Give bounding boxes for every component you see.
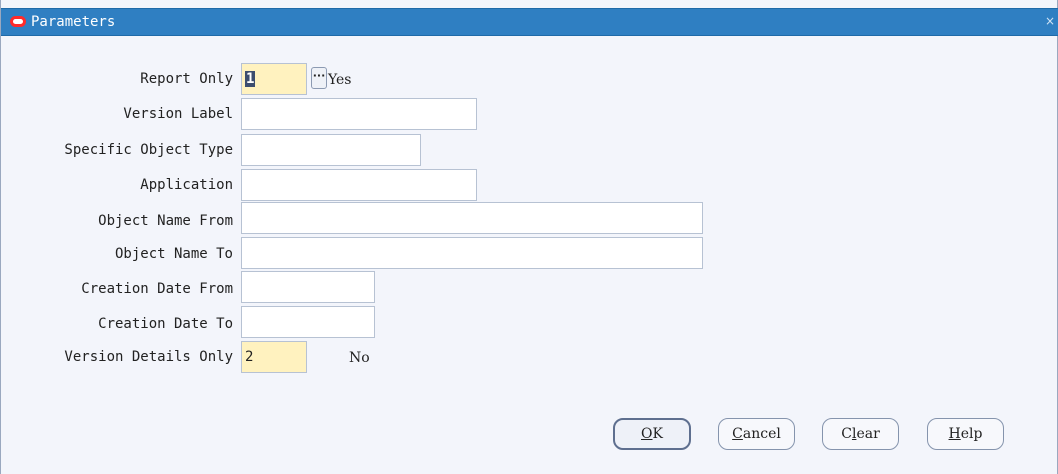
version-label-label: Version Label [123,106,233,122]
creation-date-from-label: Creation Date From [81,281,233,297]
ok-button-post: K [652,426,663,442]
window-title: Parameters [31,14,116,30]
report-only-description: Yes [328,72,352,88]
version-details-only-field[interactable]: 2 [241,341,307,373]
version-details-only-label: Version Details Only [64,349,233,365]
cancel-button-post: ancel [742,426,781,442]
creation-date-to-field[interactable] [241,306,375,338]
cancel-button[interactable]: Cancel [718,418,795,450]
creation-date-from-field[interactable] [241,271,375,303]
cancel-button-mnemonic: C [732,426,743,442]
parameters-window: Parameters × Report Only 1 ··· Yes Versi… [0,0,1058,474]
list-of-values-button[interactable]: ··· [311,67,327,89]
specific-object-type-field[interactable] [241,134,421,166]
report-only-field[interactable]: 1 [241,63,307,95]
clear-button[interactable]: Clear [822,418,899,450]
close-icon[interactable]: × [1044,14,1056,28]
clear-button-pre: C [841,426,852,442]
object-name-to-field[interactable] [241,237,703,269]
version-label-field[interactable] [241,98,477,130]
clear-button-post: ear [856,426,880,442]
report-only-value: 1 [245,71,256,87]
application-field[interactable] [241,169,477,201]
specific-object-type-label: Specific Object Type [64,142,233,158]
version-details-only-description: No [349,350,370,366]
help-button[interactable]: Help [927,418,1004,450]
report-only-label: Report Only [140,71,233,87]
help-button-mnemonic: H [948,426,961,442]
title-bar[interactable]: Parameters × [1,8,1058,36]
ok-button[interactable]: OK [613,418,691,450]
ok-button-mnemonic: O [641,426,653,442]
creation-date-to-label: Creation Date To [98,316,233,332]
object-name-to-label: Object Name To [114,246,233,262]
oracle-logo-icon [10,16,26,27]
help-button-post: elp [960,426,983,442]
application-label: Application [140,177,233,193]
object-name-from-label: Object Name From [98,213,233,229]
object-name-from-field[interactable] [241,202,703,234]
